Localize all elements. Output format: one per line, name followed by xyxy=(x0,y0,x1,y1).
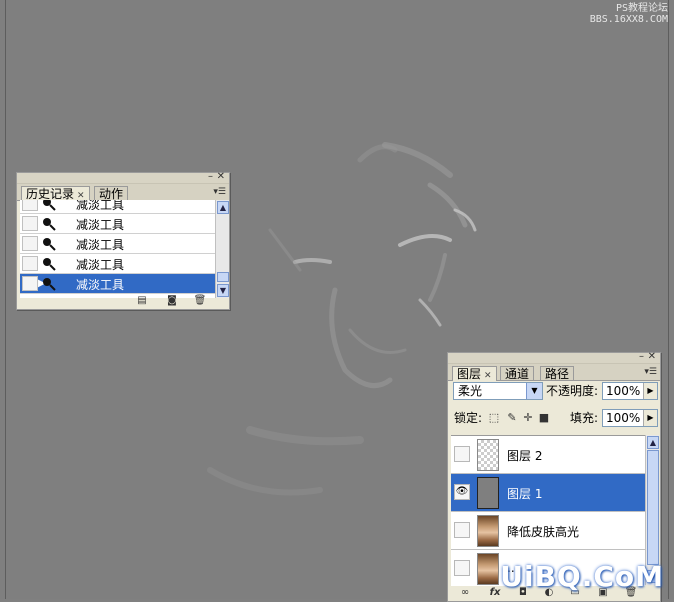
history-source-checkbox[interactable] xyxy=(22,216,38,231)
history-item[interactable]: 减淡工具 xyxy=(20,214,215,234)
opacity-field[interactable]: 100% ▶ xyxy=(602,382,658,400)
visibility-toggle[interactable] xyxy=(454,560,470,576)
lock-label: 锁定: xyxy=(454,411,483,425)
dodge-tool-icon xyxy=(43,278,56,291)
fill-field[interactable]: 100% ▶ xyxy=(602,409,658,427)
opacity-label: 不透明度: xyxy=(546,384,599,398)
history-source-checkbox[interactable] xyxy=(22,256,38,271)
blend-row: 柔光 ▼ 不透明度: 100% ▶ xyxy=(452,382,658,402)
visibility-toggle[interactable] xyxy=(454,522,470,538)
tab-layers[interactable]: 图层 ✕ xyxy=(452,366,497,381)
history-source-checkbox[interactable] xyxy=(22,200,38,211)
watermark-line-2: BBS.16XX8.COM xyxy=(589,14,668,25)
lock-transparent-icon[interactable]: ⬚ xyxy=(488,412,500,424)
tab-layers-label: 图层 xyxy=(457,367,482,381)
history-item[interactable]: 减淡工具 xyxy=(20,254,215,274)
watermark-top-right: PS教程论坛 BBS.16XX8.COM xyxy=(590,3,668,25)
layer-name: 图层 2 xyxy=(507,449,543,463)
blend-mode-value: 柔光 xyxy=(458,384,483,398)
history-footer: ▤ ◙ 🗑 xyxy=(17,293,229,309)
watermark-bottom-right: UiBQ.CoM xyxy=(500,560,664,593)
history-scrollbar[interactable]: ▲ ▼ xyxy=(215,200,229,298)
panel-titlebar[interactable]: – ✕ xyxy=(17,172,229,184)
layer-row-selected[interactable]: 👁 图层 1 xyxy=(451,474,645,512)
layer-name: 图层 1 xyxy=(507,487,543,501)
link-layers-icon[interactable]: ∞ xyxy=(458,587,472,598)
history-item-selected[interactable]: ▶ 减淡工具 xyxy=(20,274,215,294)
lock-image-icon[interactable]: ✎ xyxy=(506,412,518,424)
panel-titlebar[interactable]: – ✕ xyxy=(448,352,660,364)
tab-actions[interactable]: 动作 xyxy=(94,186,129,201)
layers-tab-row: 图层 ✕ 通道 路径 ▾☰ xyxy=(448,364,660,381)
trash-icon[interactable]: 🗑 xyxy=(193,295,207,306)
layer-thumbnail xyxy=(477,553,499,585)
panel-menu-icon[interactable]: ▾☰ xyxy=(644,367,657,377)
history-item[interactable]: 减淡工具 xyxy=(20,200,215,214)
tab-history-label: 历史记录 xyxy=(26,187,75,201)
scroll-thumb[interactable] xyxy=(647,450,659,565)
layer-thumbnail xyxy=(477,477,499,509)
scroll-up-icon[interactable]: ▲ xyxy=(217,201,229,214)
history-list: 减淡工具 减淡工具 减淡工具 减淡工具 ▶ 减淡工具 xyxy=(20,200,215,298)
layer-row[interactable]: 图层 2 xyxy=(451,436,645,474)
layer-name: 降低皮肤高光 xyxy=(507,525,580,539)
lock-row: 锁定: ⬚ ✎ ✛ ■ 填充: 100% ▶ xyxy=(452,409,658,429)
fill-value: 100% xyxy=(606,411,641,425)
dodge-tool-icon xyxy=(43,200,56,211)
close-icon[interactable]: ✕ xyxy=(217,172,225,182)
panel-menu-icon[interactable]: ▾☰ xyxy=(213,187,226,197)
history-source-checkbox[interactable] xyxy=(22,276,38,291)
layer-row[interactable]: 降低皮肤高光 xyxy=(451,512,645,550)
scroll-up-icon[interactable]: ▲ xyxy=(647,436,659,449)
history-tab-row: 历史记录 ✕ 动作 ▾☰ xyxy=(17,184,229,201)
tab-paths-label: 路径 xyxy=(545,367,570,381)
history-item[interactable]: 减淡工具 xyxy=(20,234,215,254)
dodge-tool-icon xyxy=(43,258,56,271)
tab-channels[interactable]: 通道 xyxy=(500,366,535,381)
chevron-right-icon[interactable]: ▶ xyxy=(643,410,657,426)
lock-position-icon[interactable]: ✛ xyxy=(522,412,534,424)
tab-paths[interactable]: 路径 xyxy=(540,366,575,381)
history-item-label: 减淡工具 xyxy=(76,258,125,272)
layer-thumbnail xyxy=(477,439,499,471)
dodge-tool-icon xyxy=(43,238,56,251)
dodge-tool-icon xyxy=(43,218,56,231)
tab-channels-label: 通道 xyxy=(505,367,530,381)
minimize-icon[interactable]: – xyxy=(208,172,213,182)
close-icon[interactable]: ✕ xyxy=(648,352,656,362)
history-item-label: 减淡工具 xyxy=(76,200,125,212)
scroll-thumb[interactable] xyxy=(217,272,229,282)
eye-icon[interactable]: 👁 xyxy=(454,484,470,500)
lock-all-icon[interactable]: ■ xyxy=(538,412,550,424)
layer-thumbnail xyxy=(477,515,499,547)
tab-actions-label: 动作 xyxy=(99,187,124,201)
tab-close-icon[interactable]: ✕ xyxy=(484,371,492,381)
chevron-right-icon[interactable]: ▶ xyxy=(643,383,657,399)
history-item-label: 减淡工具 xyxy=(76,238,125,252)
chevron-down-icon[interactable]: ▼ xyxy=(526,383,542,399)
blend-mode-select[interactable]: 柔光 ▼ xyxy=(453,382,543,400)
watermark-line-1: PS教程论坛 xyxy=(615,3,668,14)
opacity-value: 100% xyxy=(606,384,641,398)
history-item-label: 减淡工具 xyxy=(76,278,125,292)
history-panel: – ✕ 历史记录 ✕ 动作 ▾☰ 减淡工具 减淡工具 减淡工具 减淡工具 ▶ 减… xyxy=(16,172,230,310)
history-source-checkbox[interactable] xyxy=(22,236,38,251)
history-item-label: 减淡工具 xyxy=(76,218,125,232)
create-snapshot-icon[interactable]: ◙ xyxy=(165,295,179,306)
minimize-icon[interactable]: – xyxy=(639,352,644,362)
fill-label: 填充: xyxy=(570,411,599,425)
new-document-from-state-icon[interactable]: ▤ xyxy=(135,295,149,306)
tab-history[interactable]: 历史记录 ✕ xyxy=(21,186,90,201)
visibility-toggle[interactable] xyxy=(454,446,470,462)
